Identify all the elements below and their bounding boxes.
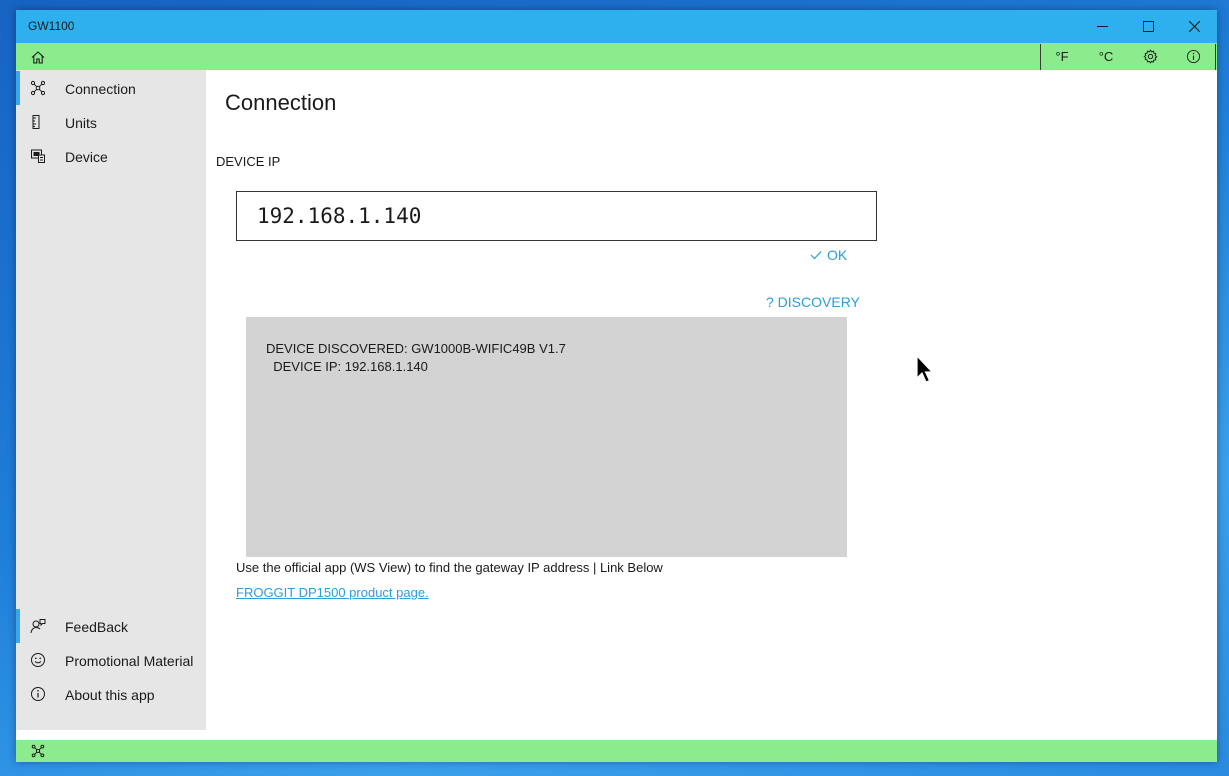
device-icon [30,148,46,164]
hint-text: Use the official app (WS View) to find t… [236,560,663,575]
app-window: GW1100 °F °C Connection Units Device Fee… [16,10,1217,762]
window-title: GW1100 [28,19,75,33]
discovery-results-box: DEVICE DISCOVERED: GW1000B-WIFIC49B V1.7… [246,317,847,557]
minimize-icon [1096,26,1108,27]
sidebar-item-label: Connection [65,81,136,97]
selection-indicator [16,71,20,105]
sidebar-item-connection[interactable]: Connection [16,71,206,105]
close-button[interactable] [1171,10,1217,43]
discovered-device-line: DEVICE DISCOVERED: GW1000B-WIFIC49B V1.7 [266,341,566,356]
status-bar [16,740,1217,762]
maximize-icon [1142,21,1154,32]
discovery-button[interactable]: ? DISCOVERY [766,294,860,310]
discovered-ip-line: DEVICE IP: 192.168.1.140 [266,359,428,374]
selection-indicator [16,609,20,643]
home-button[interactable] [26,48,50,66]
info-icon [30,686,46,702]
mouse-cursor-icon [916,355,934,383]
sidebar-item-promotional-material[interactable]: Promotional Material [16,643,206,677]
fahrenheit-button[interactable]: °F [1042,43,1082,70]
main-content: Connection DEVICE IP OK ? DISCOVERY DEVI… [206,70,1217,730]
sidebar-item-feedback[interactable]: FeedBack [16,609,206,643]
sidebar: Connection Units Device FeedBack Promoti… [16,70,206,730]
sidebar-item-about[interactable]: About this app [16,677,206,711]
maximize-button[interactable] [1125,10,1171,43]
settings-button[interactable] [1130,43,1170,70]
sidebar-item-label: FeedBack [65,619,129,635]
sidebar-item-label: Units [65,115,97,131]
gear-icon [1143,49,1157,64]
device-ip-label: DEVICE IP [216,154,281,169]
top-toolbar: °F °C [16,43,1217,70]
toolbar-divider [1040,44,1041,70]
info-icon [1186,49,1200,64]
ruler-icon [30,114,46,130]
sidebar-item-label: Device [65,149,108,165]
minimize-button[interactable] [1079,10,1125,43]
device-ip-input[interactable] [236,191,877,241]
product-page-link[interactable]: FROGGIT DP1500 product page. [236,585,429,600]
celsius-button[interactable]: °C [1086,43,1126,70]
info-button[interactable] [1173,43,1213,70]
ok-button[interactable]: OK [810,246,847,264]
page-title: Connection [225,90,337,115]
sidebar-item-label: About this app [65,687,155,703]
sidebar-item-units[interactable]: Units [16,105,206,139]
checkmark-icon [810,251,822,260]
sidebar-item-device[interactable]: Device [16,139,206,173]
title-bar[interactable]: GW1100 [16,10,1217,43]
feedback-icon [30,618,46,634]
network-icon [30,743,46,759]
smiley-icon [30,652,46,668]
ok-label: OK [827,247,848,263]
toolbar-divider-right [1215,44,1216,70]
home-icon [31,50,45,64]
network-icon [30,80,46,96]
close-icon [1188,21,1200,32]
sidebar-item-label: Promotional Material [65,653,194,669]
